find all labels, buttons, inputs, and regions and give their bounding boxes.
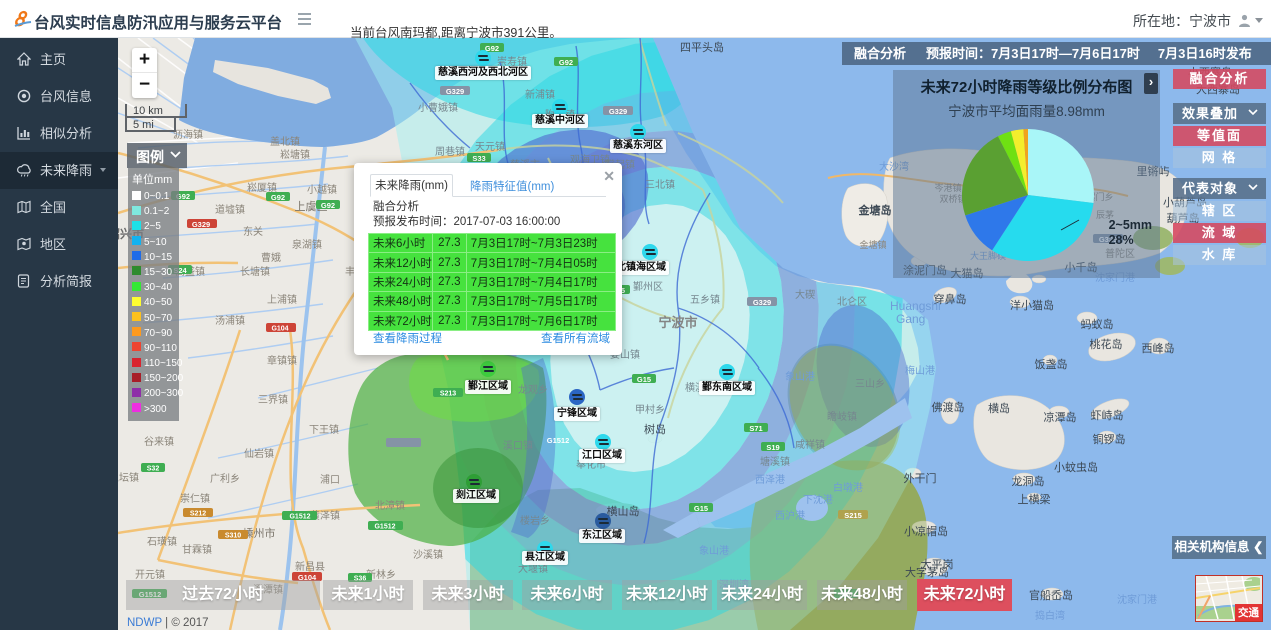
svg-text:大碶: 大碶 <box>795 288 815 301</box>
svg-text:甲村乡: 甲村乡 <box>635 403 665 416</box>
svg-text:小蚊虫岛: 小蚊虫岛 <box>1054 460 1098 474</box>
svg-text:S212: S212 <box>190 511 206 518</box>
svg-text:崧塘镇: 崧塘镇 <box>280 148 310 161</box>
svg-text:G92: G92 <box>321 201 335 210</box>
svg-text:S33: S33 <box>472 154 485 163</box>
svg-text:小凉帽岛: 小凉帽岛 <box>904 524 948 538</box>
svg-text:Huangshi: Huangshi <box>890 299 941 313</box>
svg-text:谷来镇: 谷来镇 <box>144 435 174 448</box>
svg-text:G92: G92 <box>271 193 285 202</box>
svg-text:G329: G329 <box>609 107 627 116</box>
svg-text:G15: G15 <box>694 504 708 513</box>
svg-text:大字茅岛: 大字茅岛 <box>905 565 949 579</box>
svg-text:官船岙岛: 官船岙岛 <box>1029 588 1073 602</box>
svg-text:三山乡: 三山乡 <box>855 378 885 390</box>
svg-text:甘霖镇: 甘霖镇 <box>182 543 212 556</box>
svg-text:楼岩乡: 楼岩乡 <box>520 514 550 527</box>
svg-text:章镇镇: 章镇镇 <box>267 354 297 367</box>
svg-text:上横梁: 上横梁 <box>1018 492 1051 506</box>
svg-text:长塘镇: 长塘镇 <box>240 265 270 278</box>
svg-text:Gang: Gang <box>896 312 925 326</box>
svg-text:G1512: G1512 <box>374 524 395 531</box>
svg-text:下沈港: 下沈港 <box>803 493 833 506</box>
svg-text:汤浦镇: 汤浦镇 <box>215 314 245 327</box>
svg-text:外干门: 外干门 <box>904 471 937 485</box>
svg-text:铜锣岛: 铜锣岛 <box>1093 432 1126 446</box>
svg-text:北仑区: 北仑区 <box>837 295 867 308</box>
svg-text:崇仁镇: 崇仁镇 <box>180 492 210 505</box>
svg-text:宁波市: 宁波市 <box>658 315 697 330</box>
svg-text:G1512: G1512 <box>547 436 570 445</box>
svg-text:下王镇: 下王镇 <box>309 423 339 436</box>
svg-text:仙岩镇: 仙岩镇 <box>244 447 274 460</box>
svg-text:天元镇: 天元镇 <box>475 140 505 153</box>
svg-text:S213: S213 <box>440 391 456 398</box>
svg-text:小越镇: 小越镇 <box>307 183 337 196</box>
svg-text:龙观乡: 龙观乡 <box>518 383 548 396</box>
svg-text:10 km: 10 km <box>133 105 163 117</box>
svg-text:瞻岐镇: 瞻岐镇 <box>827 410 857 423</box>
svg-text:G104: G104 <box>271 326 288 333</box>
svg-text:塘溪镇: 塘溪镇 <box>760 455 790 468</box>
svg-text:蚂蚁岛: 蚂蚁岛 <box>1081 317 1114 331</box>
svg-text:横岛: 横岛 <box>988 401 1010 415</box>
svg-text:凉潭岛: 凉潭岛 <box>1044 410 1077 424</box>
svg-text:白墩港: 白墩港 <box>833 481 863 494</box>
svg-text:S19: S19 <box>766 443 779 452</box>
svg-text:G1512: G1512 <box>289 514 310 521</box>
svg-text:西沪港: 西沪港 <box>775 509 805 522</box>
svg-text:S71: S71 <box>749 424 762 433</box>
svg-text:道墟镇: 道墟镇 <box>215 203 245 216</box>
svg-text:象山港: 象山港 <box>785 371 815 383</box>
svg-text:洋小猫岛: 洋小猫岛 <box>1010 298 1054 312</box>
svg-text:周巷镇: 周巷镇 <box>435 145 465 158</box>
svg-text:泉湖镇: 泉湖镇 <box>292 238 322 251</box>
svg-text:S310: S310 <box>225 533 241 540</box>
svg-text:曹娥: 曹娥 <box>261 251 281 264</box>
svg-text:三北镇: 三北镇 <box>645 178 675 191</box>
svg-text:金塘镇: 金塘镇 <box>859 239 886 250</box>
svg-text:广利乡: 广利乡 <box>210 473 240 485</box>
svg-text:梅山港: 梅山港 <box>905 364 935 377</box>
svg-text:金塘岛: 金塘岛 <box>858 203 892 217</box>
svg-text:G329: G329 <box>446 87 464 96</box>
svg-text:沙溪镇: 沙溪镇 <box>413 548 443 561</box>
svg-text:5 mi: 5 mi <box>133 119 154 131</box>
svg-text:虾峙岛: 虾峙岛 <box>1091 408 1124 422</box>
svg-text:龙洞岛: 龙洞岛 <box>1012 474 1045 488</box>
svg-text:树岛: 树岛 <box>644 422 666 436</box>
svg-text:三界镇: 三界镇 <box>258 393 288 406</box>
svg-text:横山岛: 横山岛 <box>607 504 640 518</box>
svg-text:西泽港: 西泽港 <box>755 474 785 486</box>
svg-text:咸祥镇: 咸祥镇 <box>795 438 825 451</box>
svg-text:S215: S215 <box>844 511 862 520</box>
svg-text:鄞州区: 鄞州区 <box>633 280 663 293</box>
svg-text:捣白湾: 捣白湾 <box>1035 609 1065 622</box>
svg-text:G329: G329 <box>753 298 771 307</box>
svg-text:饭盏岛: 饭盏岛 <box>1035 357 1068 371</box>
svg-text:溪口镇: 溪口镇 <box>503 439 533 452</box>
svg-text:西峰岛: 西峰岛 <box>1142 341 1175 355</box>
svg-text:S32: S32 <box>147 466 160 473</box>
svg-text:G15: G15 <box>637 375 651 384</box>
svg-text:沈家门港: 沈家门港 <box>1117 593 1157 606</box>
svg-text:佛渡岛: 佛渡岛 <box>932 400 965 414</box>
svg-text:G329: G329 <box>192 220 210 229</box>
svg-text:上浦镇: 上浦镇 <box>267 293 297 306</box>
svg-text:G92: G92 <box>559 58 573 67</box>
svg-text:浦口: 浦口 <box>320 473 340 486</box>
svg-text:新昌县: 新昌县 <box>295 560 325 573</box>
svg-text:新浦镇: 新浦镇 <box>525 88 555 101</box>
svg-text:东关: 东关 <box>243 225 263 238</box>
svg-text:象山港: 象山港 <box>699 545 729 557</box>
svg-text:小曹娥镇: 小曹娥镇 <box>418 101 458 114</box>
svg-text:四平头岛: 四平头岛 <box>680 40 724 54</box>
svg-text:五乡镇: 五乡镇 <box>690 293 720 306</box>
svg-text:桃花岛: 桃花岛 <box>1090 337 1123 351</box>
svg-text:北漳镇: 北漳镇 <box>375 499 405 512</box>
svg-text:盖北镇: 盖北镇 <box>270 135 300 148</box>
svg-text:石璜镇: 石璜镇 <box>147 535 177 548</box>
svg-text:王坛镇: 王坛镇 <box>118 471 139 484</box>
